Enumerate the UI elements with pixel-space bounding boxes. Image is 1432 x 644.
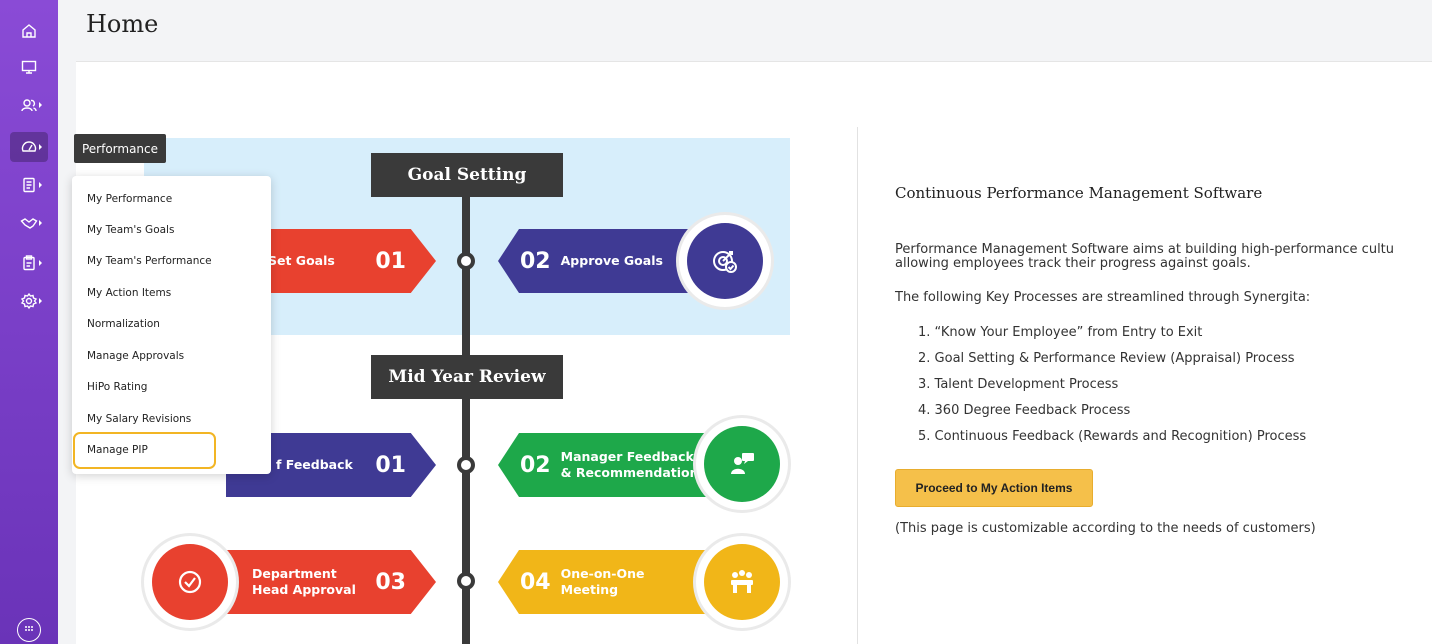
step-one-on-one-meeting: 04 One-on-One Meeting	[498, 550, 708, 614]
customizable-note: (This page is customizable according to …	[895, 521, 1316, 536]
process-list-item: 2. Goal Setting & Performance Review (Ap…	[918, 351, 1295, 366]
process-list-item: 1. “Know Your Employee” from Entry to Ex…	[918, 325, 1203, 340]
column-divider	[857, 127, 858, 644]
menu-item-my-teams-goals[interactable]: My Team's Goals	[87, 224, 174, 236]
content-title: Continuous Performance Management Softwa…	[895, 184, 1263, 202]
check-circle-icon	[178, 570, 202, 594]
timeline-dot	[457, 252, 475, 270]
sidebar	[0, 0, 58, 644]
gear-icon[interactable]	[10, 286, 48, 316]
home-icon[interactable]	[10, 16, 48, 46]
menu-item-my-salary-revisions[interactable]: My Salary Revisions	[87, 413, 191, 425]
stage-mid-year-review: Mid Year Review	[371, 355, 563, 399]
users-icon[interactable]	[10, 90, 48, 120]
one-on-one-circle	[696, 536, 788, 628]
menu-item-hipo-rating[interactable]: HiPo Rating	[87, 381, 147, 393]
department-head-circle	[144, 536, 236, 628]
apps-grid-icon[interactable]	[17, 618, 41, 642]
stage-goal-setting: Goal Setting	[371, 153, 563, 197]
menu-item-manage-approvals[interactable]: Manage Approvals	[87, 350, 184, 362]
target-check-icon	[713, 251, 737, 273]
intro-paragraph-line-1: Performance Management Software aims at …	[895, 242, 1395, 257]
performance-gauge-icon[interactable]	[10, 132, 48, 162]
performance-menu: My Performance My Team's Goals My Team's…	[72, 176, 271, 474]
meeting-group-icon	[731, 570, 753, 593]
step-approve-goals: 02 Approve Goals	[498, 229, 708, 293]
chat-user-icon	[731, 453, 754, 474]
intro-paragraph-line-2: allowing employees track their progress …	[895, 256, 1251, 271]
page-title: Home	[86, 10, 159, 38]
menu-item-normalization[interactable]: Normalization	[87, 318, 160, 330]
menu-item-my-action-items[interactable]: My Action Items	[87, 287, 171, 299]
approve-goals-circle	[679, 215, 771, 307]
menu-item-my-teams-performance[interactable]: My Team's Performance	[87, 255, 212, 267]
manage-pip-highlight	[73, 432, 216, 469]
process-list-item: 4. 360 Degree Feedback Process	[918, 403, 1131, 418]
timeline-dot	[457, 572, 475, 590]
manager-feedback-circle	[696, 418, 788, 510]
timeline-dot	[457, 456, 475, 474]
menu-item-my-performance[interactable]: My Performance	[87, 193, 172, 205]
step-department-head-approval: Department Head Approval 03	[226, 550, 436, 614]
process-list-item: 3. Talent Development Process	[918, 377, 1119, 392]
step-manager-feedback: 02 Manager Feedback & Recommendation	[498, 433, 708, 497]
proceed-to-action-items-button[interactable]: Proceed to My Action Items	[895, 469, 1093, 507]
document-icon[interactable]	[10, 170, 48, 200]
handshake-icon[interactable]	[10, 208, 48, 238]
monitor-icon[interactable]	[10, 52, 48, 82]
key-processes-intro: The following Key Processes are streamli…	[895, 290, 1311, 305]
performance-tooltip: Performance	[74, 134, 166, 163]
process-list-item: 5. Continuous Feedback (Rewards and Reco…	[918, 429, 1307, 444]
clipboard-icon[interactable]	[10, 248, 48, 278]
